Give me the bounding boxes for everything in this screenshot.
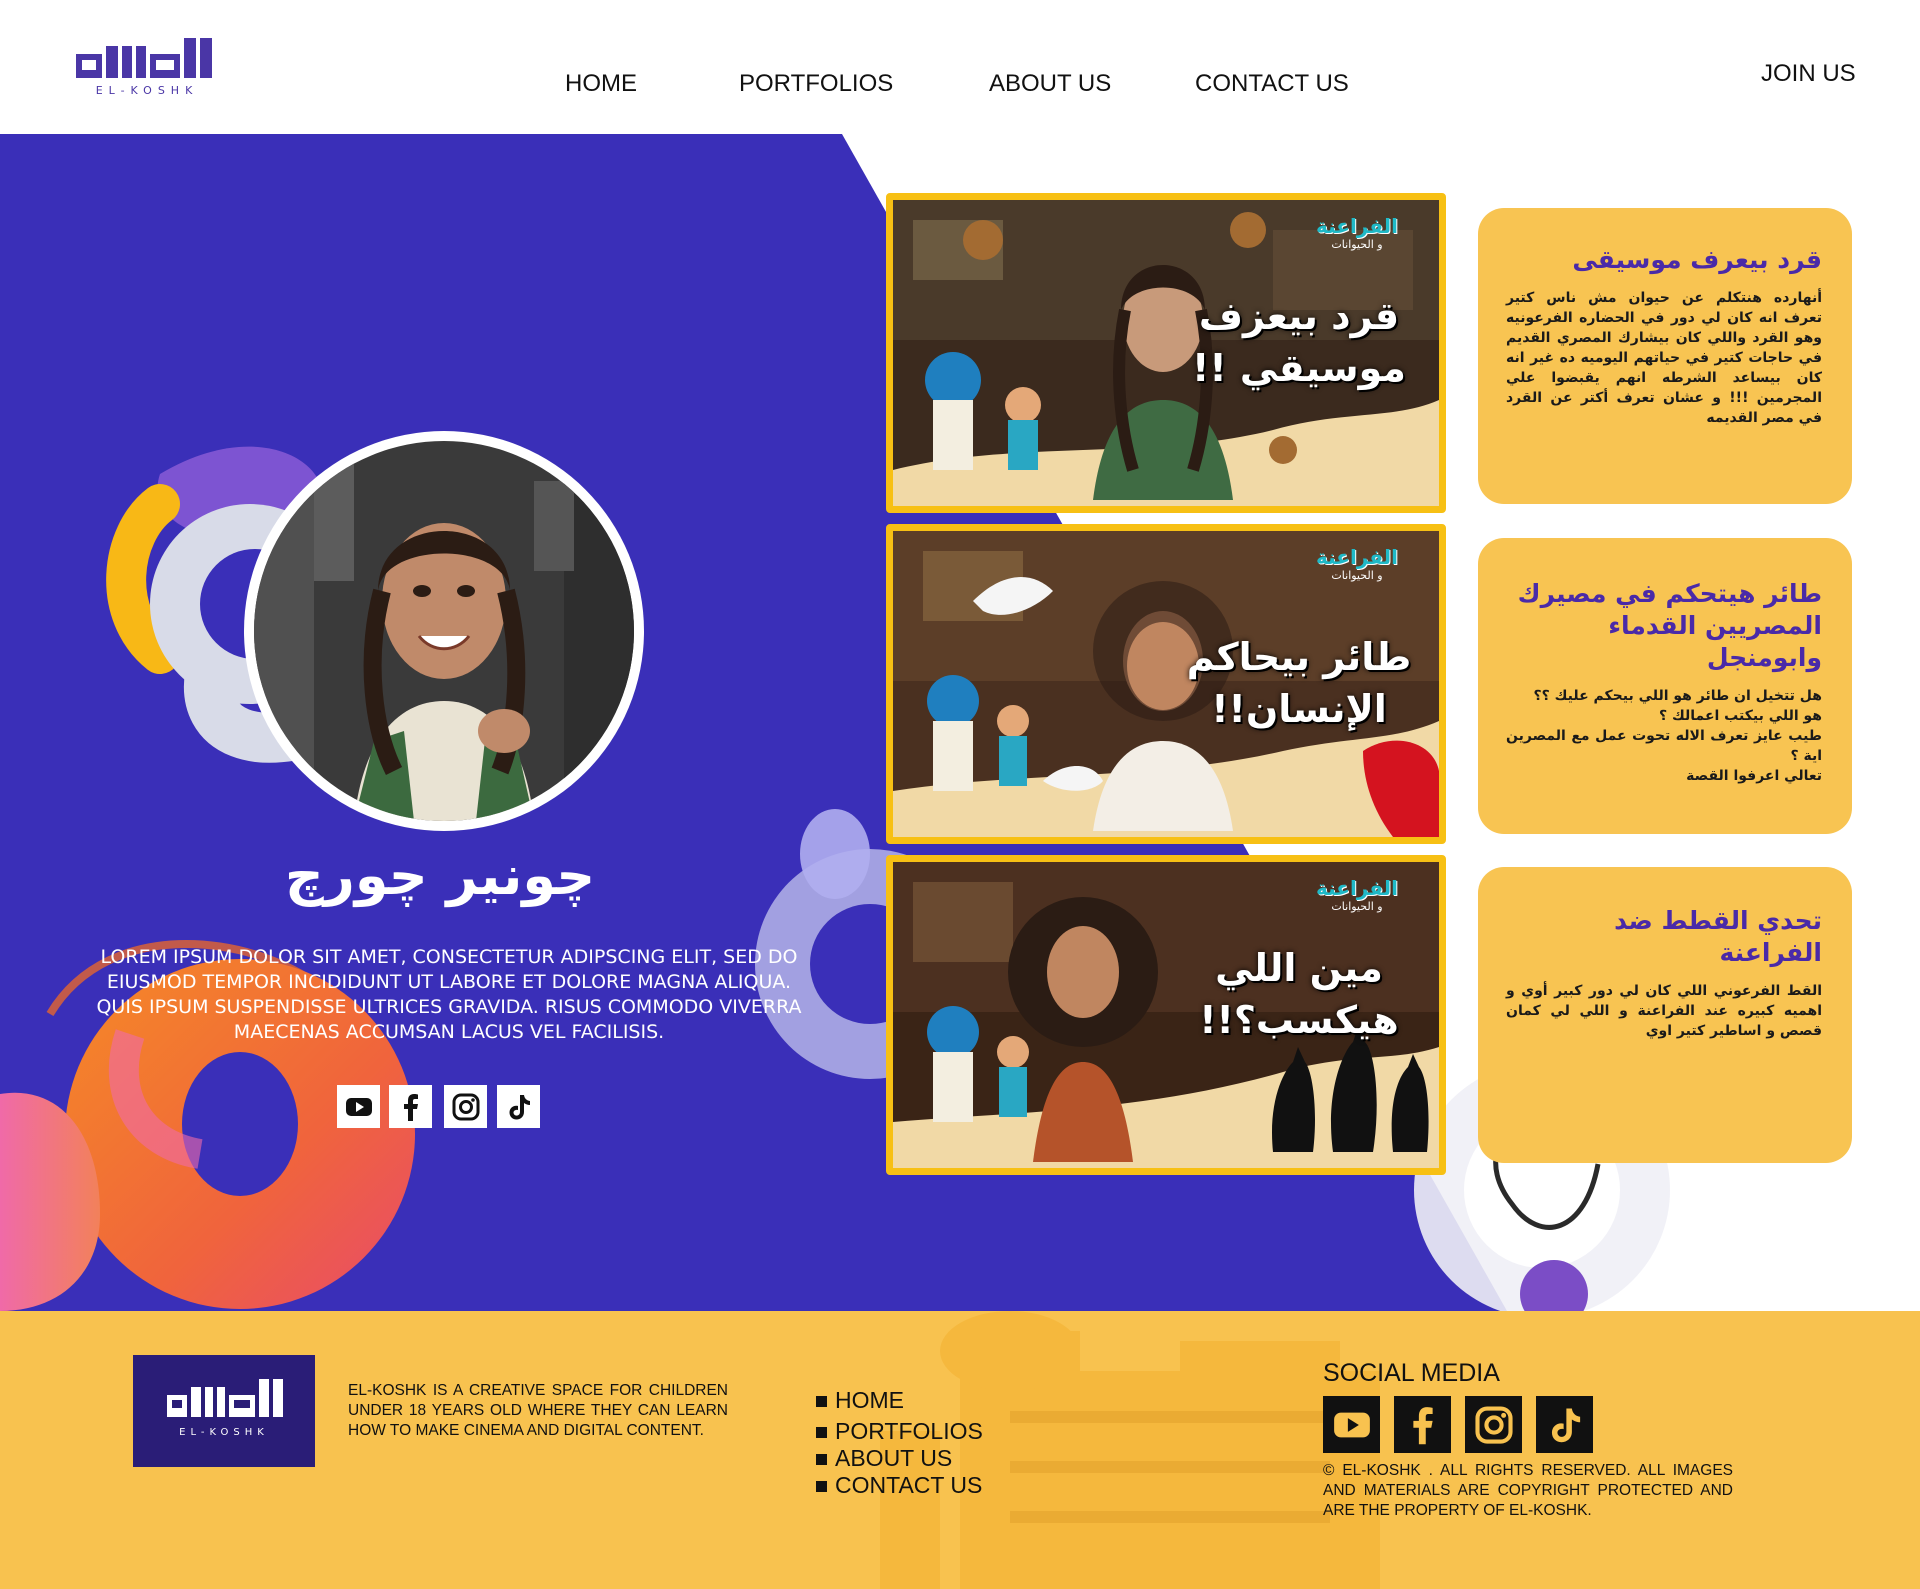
thumbnail-logo-text: الفراعنة xyxy=(1315,214,1398,238)
instagram-icon xyxy=(1474,1405,1513,1444)
tiktok-icon xyxy=(509,1094,530,1119)
footer-social-title: SOCIAL MEDIA xyxy=(1323,1359,1500,1387)
profile-name: چونير چورچ xyxy=(284,844,596,907)
footer-about-text: EL-KOSHK IS A CREATIVE SPACE FOR CHILDRE… xyxy=(348,1382,728,1439)
thumbnail-series-logo: الفراعنة و الحيوانات xyxy=(1297,545,1417,582)
thumbnail-series-logo: الفراعنة و الحيوانات xyxy=(1297,214,1417,251)
footer-link-about-us[interactable]: ABOUT US xyxy=(816,1445,952,1472)
facebook-icon xyxy=(403,1093,418,1121)
logo-text: EL-KOSHK xyxy=(95,84,199,97)
profile-portrait-image xyxy=(254,441,634,821)
hero-section: چونير چورچ LOREM IPSUM DOLOR SIT AMET, C… xyxy=(0,134,1920,1311)
footer-link-home[interactable]: HOME xyxy=(816,1387,904,1414)
bullet-icon xyxy=(816,1454,827,1466)
thumbnail-logo-subtext: و الحيوانات xyxy=(1331,900,1383,913)
video-description-card: طائر هيتحكم في مصيرك المصريين القدماء وا… xyxy=(1478,538,1852,834)
footer-link-label: ABOUT US xyxy=(835,1445,953,1471)
hero-instagram-link[interactable] xyxy=(444,1085,487,1128)
footer-tiktok-link[interactable] xyxy=(1536,1396,1593,1453)
instagram-icon xyxy=(452,1093,479,1120)
thumbnail-logo-subtext: و الحيوانات xyxy=(1331,569,1383,582)
thumbnail-title: طائر بيحاكم الإنسان!! xyxy=(1186,635,1412,731)
footer-link-label: CONTACT US xyxy=(835,1472,983,1498)
hero-facebook-link[interactable] xyxy=(389,1085,432,1128)
video-description-text: أنهارده هنتكلم عن حيوان مش ناس كتير تعرف… xyxy=(1506,290,1822,426)
nav-about-us[interactable]: ABOUT US xyxy=(989,70,1111,98)
footer-brand-logo[interactable]: EL-KOSHK xyxy=(133,1355,315,1467)
join-us-button[interactable]: JOIN US xyxy=(1761,60,1856,88)
footer-logo-text: EL-KOSHK xyxy=(179,1427,269,1438)
thumbnail-title: مين اللي هيكسب؟!! xyxy=(1199,946,1399,1042)
footer-copyright: © EL-KOSHK . ALL RIGHTS RESERVED. ALL IM… xyxy=(1323,1462,1733,1519)
video-thumbnail-cats[interactable]: الفراعنة و الحيوانات مين اللي هيكسب؟!! xyxy=(886,855,1446,1175)
footer-instagram-link[interactable] xyxy=(1465,1396,1522,1453)
video-description-card: تحدي القطط ضد الفراعنة القط الفرعوني الل… xyxy=(1478,867,1852,1163)
nav-contact-us[interactable]: CONTACT US xyxy=(1195,70,1349,98)
nav-portfolios[interactable]: PORTFOLIOS xyxy=(739,70,893,98)
hero-tiktok-link[interactable] xyxy=(497,1085,540,1128)
logo-mark-icon xyxy=(76,38,212,78)
site-header: EL-KOSHK HOME PORTFOLIOS ABOUT US CONTAC… xyxy=(0,0,1920,134)
footer-link-label: PORTFOLIOS xyxy=(835,1418,983,1444)
bullet-icon xyxy=(816,1427,827,1439)
footer-facebook-link[interactable] xyxy=(1394,1396,1451,1453)
thumbnail-title: قرد بيعزف موسيقي !! xyxy=(1192,294,1406,390)
footer-youtube-link[interactable] xyxy=(1323,1396,1380,1453)
profile-photo xyxy=(254,441,634,821)
nav-home[interactable]: HOME xyxy=(565,70,637,98)
thumbnail-logo-text: الفراعنة xyxy=(1315,876,1398,900)
brand-logo[interactable]: EL-KOSHK xyxy=(74,34,220,102)
tiktok-icon xyxy=(1551,1408,1580,1442)
logo-mark-icon xyxy=(167,1379,283,1417)
thumbnail-logo-text: الفراعنة xyxy=(1315,545,1398,569)
youtube-icon xyxy=(1333,1412,1370,1437)
bullet-icon xyxy=(816,1481,827,1493)
hero-youtube-link[interactable] xyxy=(337,1085,380,1128)
bullet-icon xyxy=(816,1396,827,1408)
video-thumbnail-bird[interactable]: الفراعنة و الحيوانات طائر بيحاكم الإنسان… xyxy=(886,524,1446,844)
thumbnail-series-logo: الفراعنة و الحيوانات xyxy=(1297,876,1417,913)
thumbnail-logo-subtext: و الحيوانات xyxy=(1331,238,1383,251)
facebook-icon xyxy=(1412,1406,1433,1444)
video-thumbnail-monkey[interactable]: الفراعنة و الحيوانات قرد بيعزف موسيقي !! xyxy=(886,193,1446,513)
footer-link-label: HOME xyxy=(835,1387,904,1413)
video-description-title[interactable]: تحدي القطط ضد الفراعنة xyxy=(1506,905,1822,969)
site-footer: EL-KOSHK EL-KOSHK IS A CREATIVE SPACE FO… xyxy=(0,1311,1920,1589)
profile-bio: LOREM IPSUM DOLOR SIT AMET, CONSECTETUR … xyxy=(96,946,802,1043)
video-description-title[interactable]: طائر هيتحكم في مصيرك المصريين القدماء وا… xyxy=(1506,578,1822,674)
footer-link-portfolios[interactable]: PORTFOLIOS xyxy=(816,1418,983,1445)
video-description-text: القط الفرعوني اللي كان لي دور كبير أوي و… xyxy=(1506,983,1822,1039)
video-description-text: هل تتخيل ان طائر هو اللي بيحكم عليك ؟؟ ه… xyxy=(1506,688,1822,784)
video-description-card: قرد بيعرف موسيقى أنهارده هنتكلم عن حيوان… xyxy=(1478,208,1852,504)
video-description-title[interactable]: قرد بيعرف موسيقى xyxy=(1506,244,1822,276)
youtube-icon xyxy=(345,1097,372,1116)
footer-link-contact-us[interactable]: CONTACT US xyxy=(816,1472,982,1499)
